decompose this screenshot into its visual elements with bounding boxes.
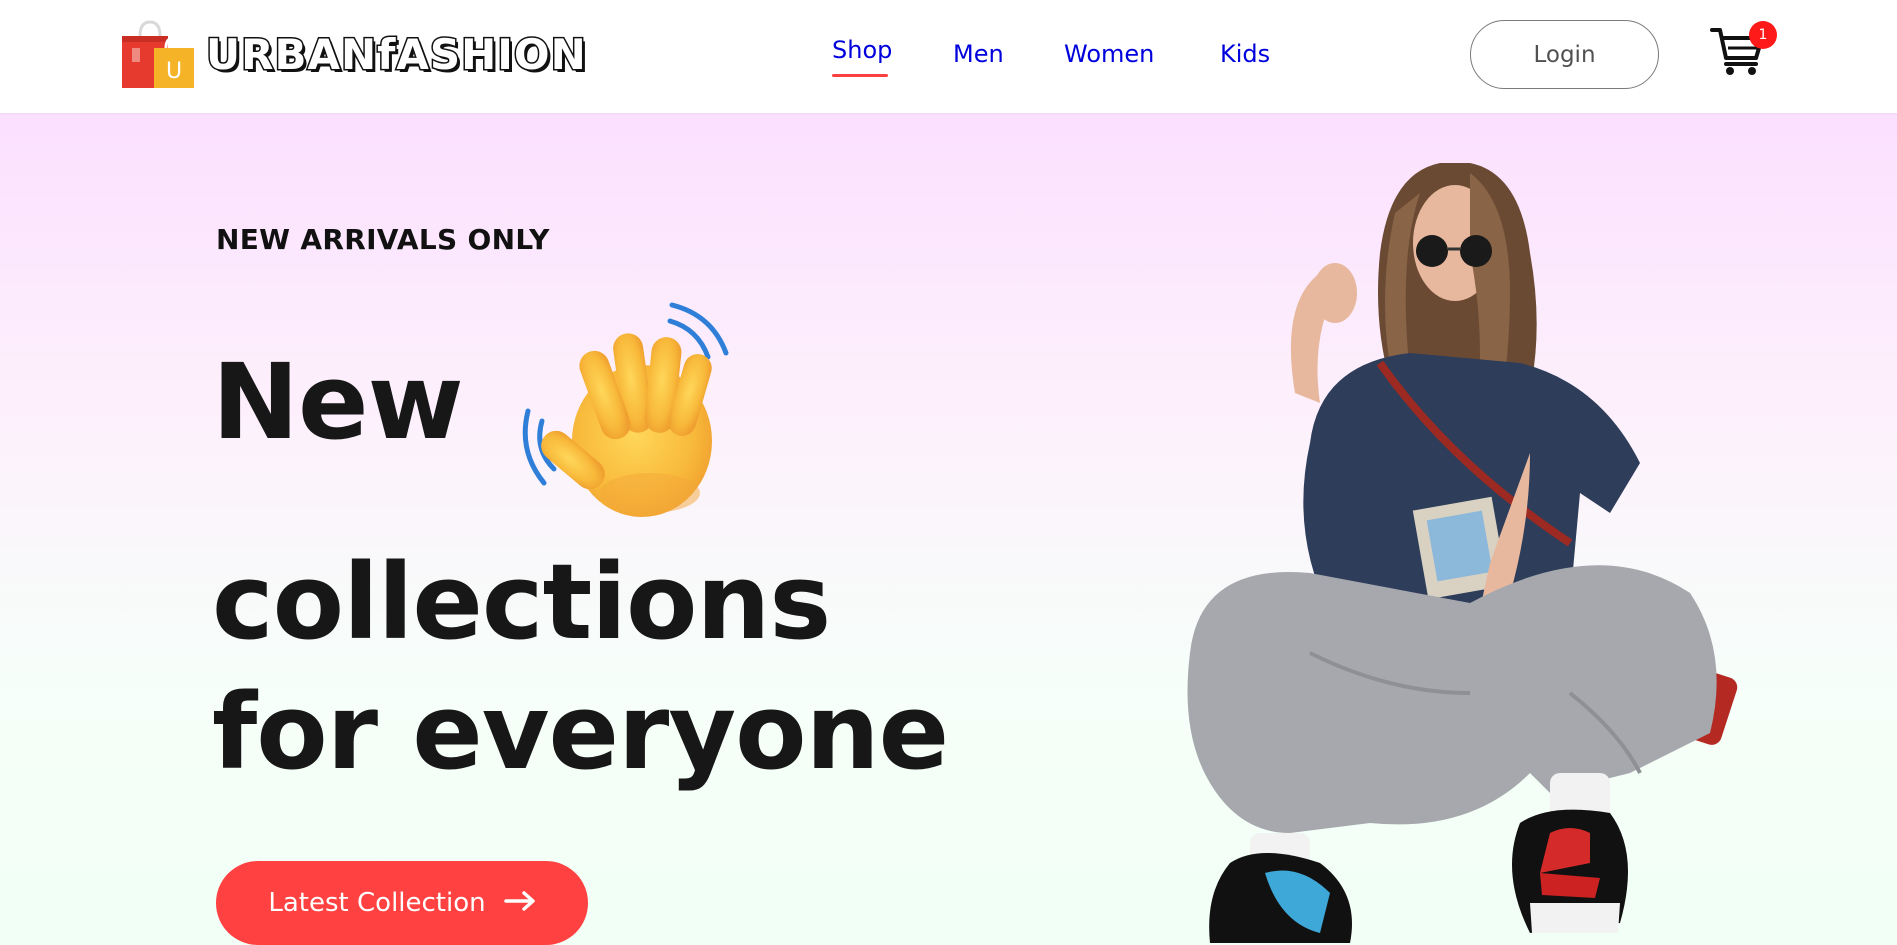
nav-link-kids[interactable]: Kids (1220, 40, 1270, 68)
nav-link-women[interactable]: Women (1064, 40, 1154, 68)
logo[interactable]: U URBANfASHION (120, 18, 587, 90)
nav-link-men[interactable]: Men (953, 40, 1004, 68)
latest-collection-label: Latest Collection (268, 888, 486, 918)
nav-link-men-label: Men (953, 40, 1004, 68)
arrow-right-icon (503, 891, 536, 915)
navbar: U URBANfASHION Shop Men Women Kids Login (0, 0, 1897, 113)
shopping-bag-icon: U (120, 18, 194, 90)
hero-section: NEW ARRIVALS ONLY New collections for ev… (0, 113, 1897, 945)
hero-tagline: NEW ARRIVALS ONLY (216, 223, 550, 256)
logo-bag-letter: U (166, 59, 182, 84)
nav-link-shop-label: Shop (832, 36, 893, 64)
waving-hand-icon (520, 293, 750, 533)
nav-link-women-label: Women (1064, 40, 1155, 68)
hero-headline-line-3: for everyone (212, 671, 949, 793)
latest-collection-button[interactable]: Latest Collection (216, 861, 588, 945)
active-underline (832, 74, 888, 77)
nav-link-kids-label: Kids (1220, 40, 1271, 68)
nav-link-shop[interactable]: Shop (832, 36, 893, 77)
hero-model-image (1170, 133, 1770, 945)
hero-headline-line-1: New (212, 341, 464, 463)
hero-headline-line-2: collections (212, 541, 831, 663)
login-button[interactable]: Login (1470, 20, 1659, 89)
cart-count-badge: 1 (1749, 21, 1777, 49)
logo-text: URBANfASHION (205, 28, 588, 80)
